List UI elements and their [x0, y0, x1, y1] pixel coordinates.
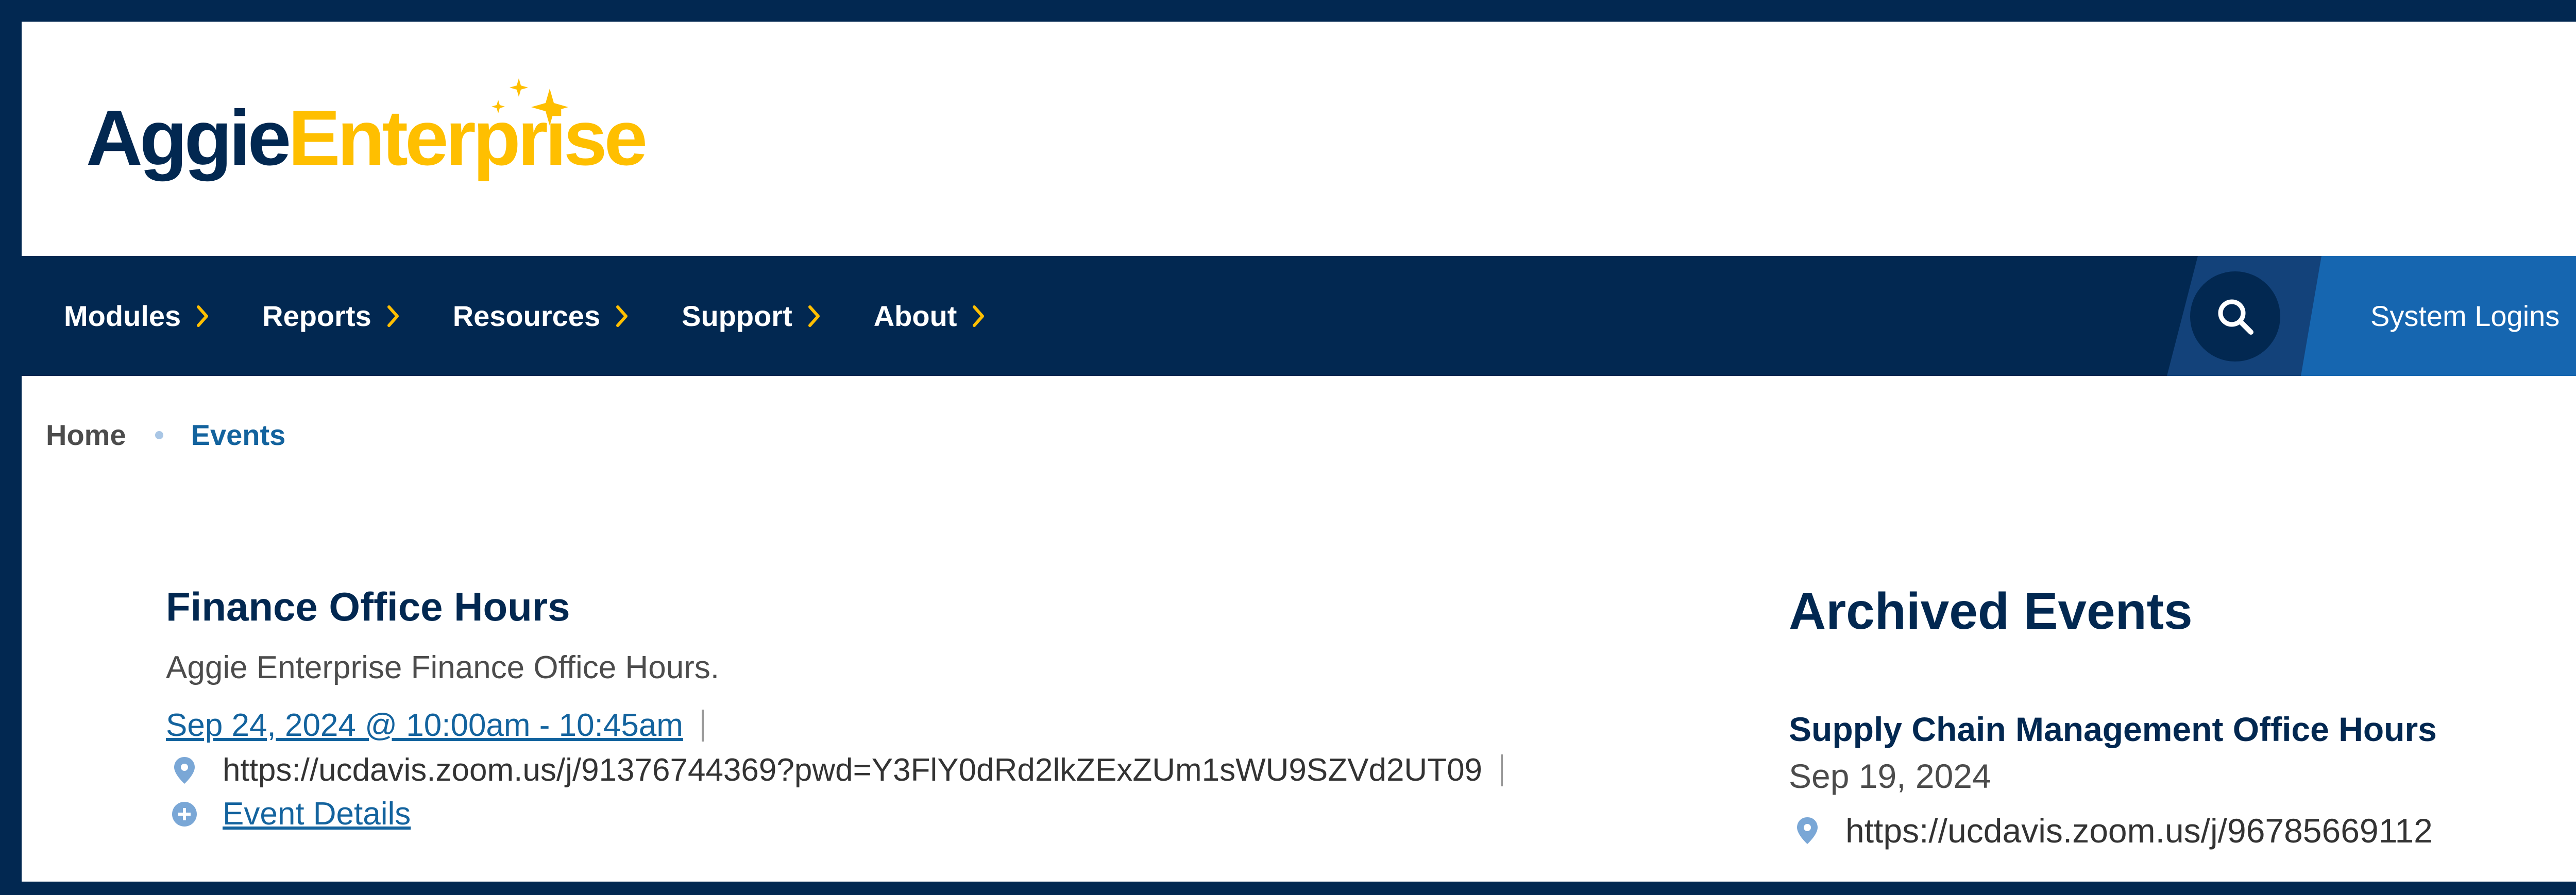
chevron-right-icon: [616, 305, 628, 327]
site-header: AggieEnterprise: [22, 22, 2576, 256]
nav-item-support[interactable]: Support: [682, 299, 821, 333]
plus-circle-icon: [170, 800, 199, 829]
chevron-right-icon: [973, 305, 985, 327]
system-logins-button[interactable]: System Logins: [2321, 256, 2576, 376]
divider: [701, 710, 704, 742]
breadcrumb-separator: [155, 431, 163, 439]
nav-item-resources[interactable]: Resources: [453, 299, 629, 333]
search-button[interactable]: [2190, 271, 2280, 362]
event-card: Finance Office Hours Aggie Enterprise Fi…: [166, 583, 1660, 832]
archived-events-sidebar: Archived Events Supply Chain Management …: [1789, 580, 2576, 850]
nav-item-label: Reports: [262, 300, 371, 332]
archived-event-date: Sep 19, 2024: [1789, 757, 1991, 796]
nav-item-about[interactable]: About: [874, 299, 986, 333]
location-pin-icon: [1793, 816, 1822, 845]
event-location-row: https://ucdavis.zoom.us/j/91376744369?pw…: [166, 752, 1660, 788]
event-details-row: Event Details: [166, 796, 1660, 832]
nav-item-label: Support: [682, 300, 792, 332]
archived-event-location-row: https://ucdavis.zoom.us/j/96785669112: [1789, 811, 2576, 850]
event-datetime-row: Sep 24, 2024 @ 10:00am - 10:45am: [166, 707, 1660, 745]
breadcrumb-home-link[interactable]: Home: [46, 418, 126, 452]
nav-item-label: Resources: [452, 300, 601, 332]
location-pin-icon: [170, 756, 199, 785]
nav-item-modules[interactable]: Modules: [64, 299, 210, 333]
event-title[interactable]: Finance Office Hours: [166, 583, 1660, 631]
breadcrumb: Home Events: [46, 418, 285, 452]
archived-events-title: Archived Events: [1789, 582, 2193, 640]
archived-event-title-link[interactable]: Supply Chain Management Office Hours: [1789, 709, 2576, 750]
breadcrumb-current: Events: [191, 419, 286, 451]
event-location: https://ucdavis.zoom.us/j/91376744369?pw…: [223, 752, 1483, 788]
chevron-right-icon: [197, 305, 209, 327]
nav-item-label: Modules: [64, 300, 181, 332]
nav-item-reports[interactable]: Reports: [262, 299, 400, 333]
logo-text: AggieEnterprise: [86, 99, 648, 177]
aggie-enterprise-logo[interactable]: AggieEnterprise: [86, 78, 653, 207]
main-nav: Modules Reports Resources Support About: [22, 256, 2576, 376]
search-icon: [2218, 299, 2253, 335]
event-description: Aggie Enterprise Finance Office Hours.: [166, 649, 720, 685]
chevron-right-icon: [387, 305, 399, 327]
nav-item-label: About: [873, 300, 957, 332]
page-frame: AggieEnterprise Modules Reports Resource…: [22, 22, 2576, 882]
logo-enterprise: Enterprise: [288, 94, 648, 182]
logo-aggie: Aggie: [86, 94, 291, 182]
event-details-link[interactable]: Event Details: [223, 796, 411, 832]
system-logins-label: System Logins: [2370, 300, 2560, 332]
archived-event-location: https://ucdavis.zoom.us/j/96785669112: [1845, 812, 2433, 850]
event-datetime-link[interactable]: Sep 24, 2024 @ 10:00am - 10:45am: [166, 707, 683, 745]
chevron-right-icon: [808, 305, 820, 327]
divider: [1501, 754, 1503, 786]
nav-menu: Modules Reports Resources Support About: [22, 256, 996, 376]
